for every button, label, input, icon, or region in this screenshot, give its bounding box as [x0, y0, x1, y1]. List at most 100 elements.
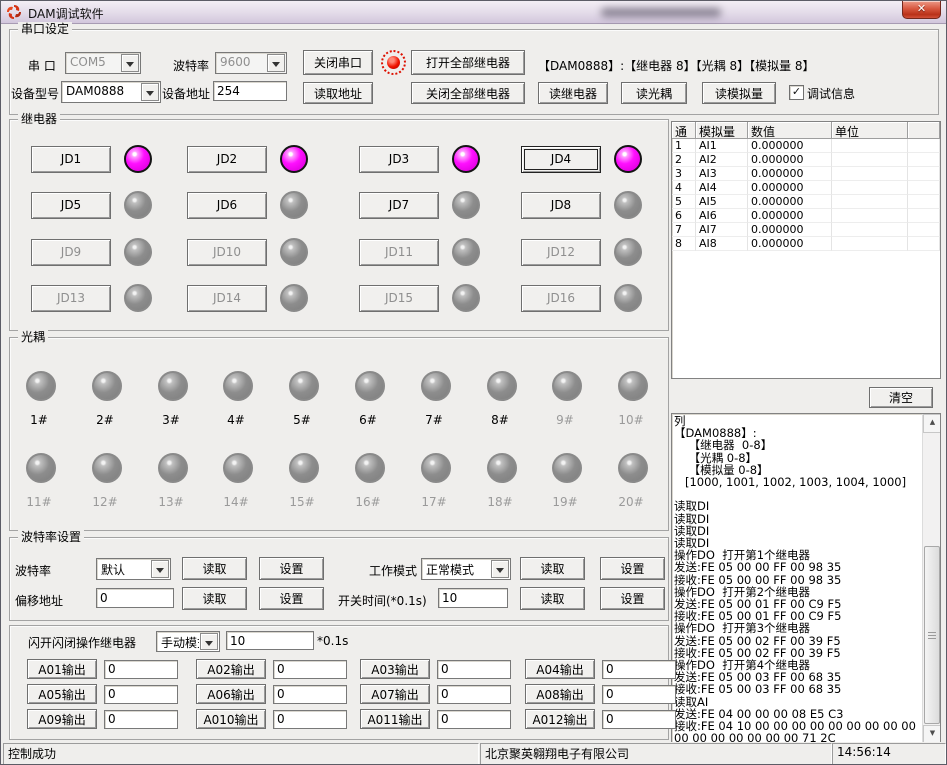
relay-led-jd15: [452, 284, 480, 312]
device-address-input[interactable]: [213, 81, 287, 101]
ao12-output-input[interactable]: [602, 710, 676, 729]
baud-combo[interactable]: 默认: [96, 558, 171, 580]
scroll-up-icon[interactable]: ▲: [923, 414, 941, 433]
read-opto-button[interactable]: 读光耦: [621, 82, 687, 104]
offset-address-input[interactable]: [96, 588, 174, 608]
relay-item: JD14: [187, 284, 308, 312]
table-row[interactable]: 8AI80.000000: [672, 237, 940, 251]
read-analog-button[interactable]: 读模拟量: [702, 82, 776, 104]
flash-mode-combo[interactable]: 手动模式: [156, 631, 220, 652]
ao8-output-input[interactable]: [602, 685, 676, 704]
ao3-output-button[interactable]: A03输出: [360, 659, 430, 679]
ao2-output-input[interactable]: [273, 660, 347, 679]
opto-label-19: 19#: [545, 495, 585, 509]
offset-set-button[interactable]: 设置: [259, 587, 324, 610]
output-item: A03输出: [360, 659, 511, 679]
relay-button-jd2[interactable]: JD2: [187, 146, 267, 173]
relay-led-jd2: [280, 145, 308, 173]
open-all-relays-button[interactable]: 打开全部继电器: [411, 50, 525, 75]
switch-time-read-button[interactable]: 读取: [520, 587, 585, 610]
output-item: A02输出: [196, 659, 347, 679]
ao4-output-input[interactable]: [602, 660, 676, 679]
table-row[interactable]: 7AI70.000000: [672, 223, 940, 237]
table-row[interactable]: 2AI20.000000: [672, 153, 940, 167]
status-company: 北京聚英翱翔电子有限公司: [480, 743, 832, 765]
table-row[interactable]: 4AI40.000000: [672, 181, 940, 195]
device-model-combo[interactable]: DAM0888: [61, 81, 161, 103]
relay-button-jd8[interactable]: JD8: [521, 192, 601, 219]
debug-info-checkbox[interactable]: ✓: [789, 85, 804, 100]
read-address-button[interactable]: 读取地址: [303, 82, 373, 104]
read-relays-button[interactable]: 读继电器: [538, 82, 608, 104]
ao7-output-input[interactable]: [437, 685, 511, 704]
relay-item: JD1: [31, 145, 152, 173]
ao7-output-button[interactable]: A07输出: [360, 684, 430, 704]
table-row[interactable]: 3AI30.000000: [672, 167, 940, 181]
ao11-output-input[interactable]: [437, 710, 511, 729]
opto-led-5: [289, 371, 319, 401]
relay-button-jd3[interactable]: JD3: [359, 146, 439, 173]
offset-read-button[interactable]: 读取: [182, 587, 247, 610]
ao4-output-button[interactable]: A04输出: [525, 659, 595, 679]
relay-led-jd5: [124, 191, 152, 219]
relay-button-jd4[interactable]: JD4: [521, 146, 601, 173]
ao8-output-button[interactable]: A08输出: [525, 684, 595, 704]
flash-time-input[interactable]: [226, 631, 314, 650]
output-item: A09输出: [27, 709, 178, 729]
baud-set-button[interactable]: 设置: [259, 557, 324, 580]
relay-led-jd7: [452, 191, 480, 219]
relay-item: JD11: [359, 238, 480, 266]
relay-button-jd5[interactable]: JD5: [31, 192, 111, 219]
opto-label-13: 13#: [151, 495, 191, 509]
ao11-output-button[interactable]: A011输出: [360, 709, 430, 729]
chevron-down-icon: [267, 54, 285, 72]
ao3-output-input[interactable]: [437, 660, 511, 679]
relay-button-jd12: JD12: [521, 239, 601, 266]
close-button[interactable]: ✕: [902, 1, 941, 19]
relay-button-jd6[interactable]: JD6: [187, 192, 267, 219]
ao2-output-button[interactable]: A02输出: [196, 659, 266, 679]
ao12-output-button[interactable]: A012输出: [525, 709, 595, 729]
relay-led-jd9: [124, 238, 152, 266]
log-scrollbar[interactable]: ▲ ▼: [922, 414, 940, 744]
ao6-output-button[interactable]: A06输出: [196, 684, 266, 704]
log-box[interactable]: 列 【DAM0888】: 【继电器 0-8】 【光耦 0-8】 【模拟量 0-8…: [671, 413, 941, 745]
ao10-output-button[interactable]: A010输出: [196, 709, 266, 729]
opto-label-9: 9#: [545, 413, 585, 427]
work-mode-set-button[interactable]: 设置: [600, 557, 665, 580]
ao5-output-button[interactable]: A05输出: [27, 684, 97, 704]
title-bar[interactable]: DAM调试软件 ✕: [1, 1, 946, 24]
ao9-output-button[interactable]: A09输出: [27, 709, 97, 729]
ao10-output-input[interactable]: [273, 710, 347, 729]
analog-table: 通模拟量数值单位 1AI10.000000 2AI20.000000 3AI30…: [671, 121, 941, 379]
baud-read-button[interactable]: 读取: [182, 557, 247, 580]
table-row[interactable]: 6AI60.000000: [672, 209, 940, 223]
opto-led-7: [421, 371, 451, 401]
scrollbar-thumb[interactable]: [924, 546, 940, 724]
relay-button-jd16: JD16: [521, 285, 601, 312]
relay-led-jd8: [614, 191, 642, 219]
output-item: A04输出: [525, 659, 676, 679]
relay-button-jd7[interactable]: JD7: [359, 192, 439, 219]
ao9-output-input[interactable]: [104, 710, 178, 729]
ao5-output-input[interactable]: [104, 685, 178, 704]
background-smudge: [601, 8, 721, 17]
opto-led-18: [487, 453, 517, 483]
status-time: 14:56:14: [832, 743, 946, 765]
switch-time-set-button[interactable]: 设置: [600, 587, 665, 610]
relay-led-jd1: [124, 145, 152, 173]
ao1-output-input[interactable]: [104, 660, 178, 679]
work-mode-combo[interactable]: 正常模式: [421, 558, 511, 580]
relay-button-jd1[interactable]: JD1: [31, 146, 111, 173]
table-row[interactable]: 5AI50.000000: [672, 195, 940, 209]
ao6-output-input[interactable]: [273, 685, 347, 704]
switch-time-input[interactable]: [438, 588, 508, 608]
close-all-relays-button[interactable]: 关闭全部继电器: [411, 82, 525, 104]
clear-log-button[interactable]: 清空: [869, 387, 933, 408]
work-mode-read-button[interactable]: 读取: [520, 557, 585, 580]
relay-item: JD5: [31, 191, 152, 219]
output-item: A011输出: [360, 709, 511, 729]
table-row[interactable]: 1AI10.000000: [672, 139, 940, 153]
close-serial-button[interactable]: 关闭串口: [303, 50, 373, 75]
ao1-output-button[interactable]: A01输出: [27, 659, 97, 679]
